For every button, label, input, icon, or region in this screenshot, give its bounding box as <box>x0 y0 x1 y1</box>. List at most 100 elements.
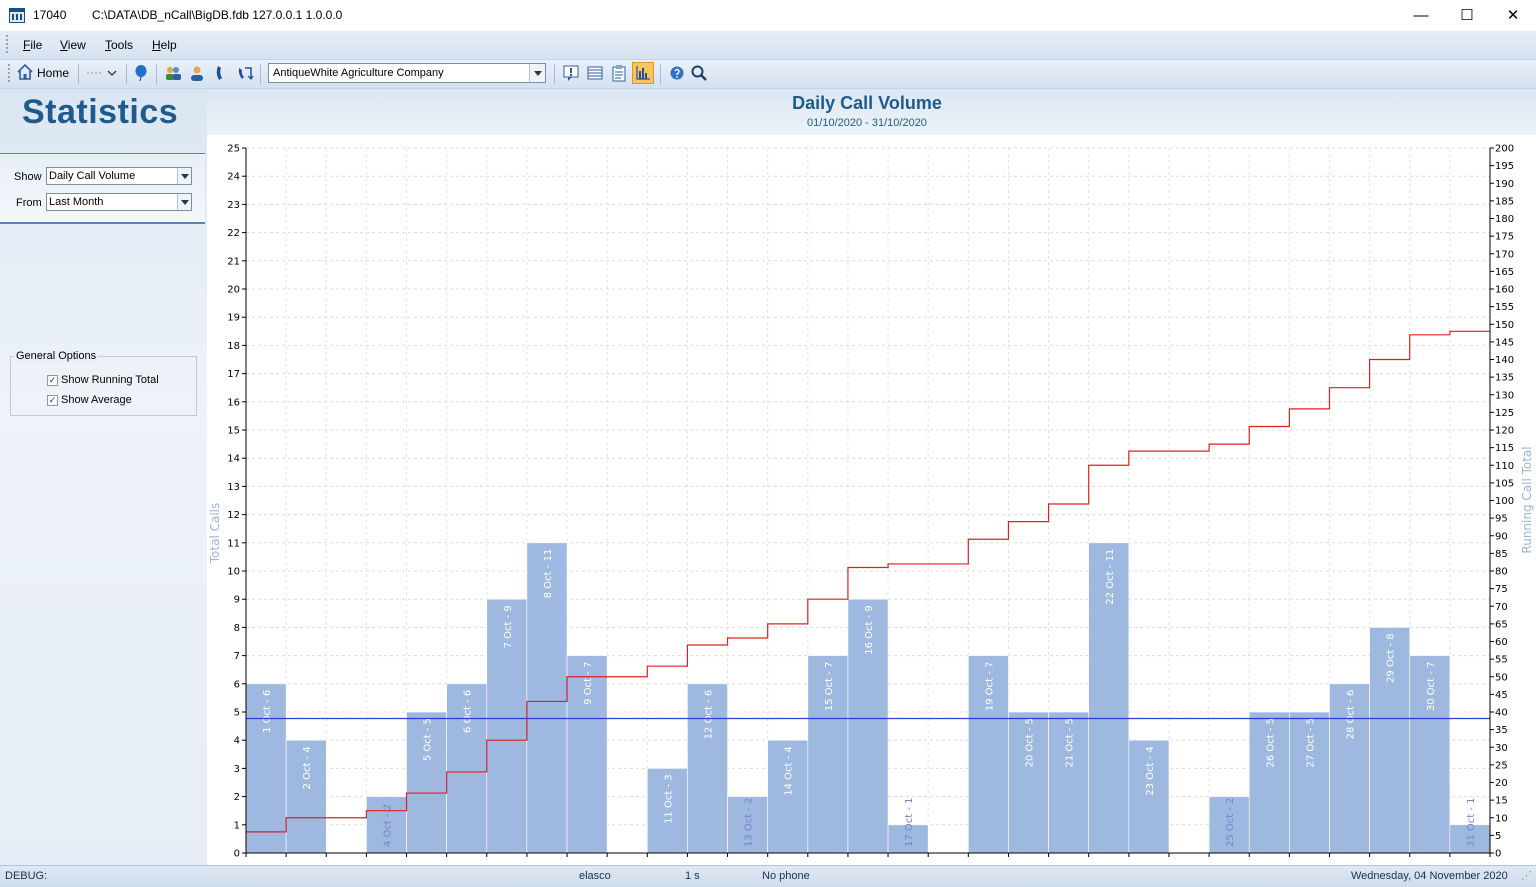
call-transfer-icon <box>238 67 254 80</box>
menu-tools[interactable]: Tools <box>105 38 133 52</box>
bar-data-label: 28 Oct - 6 <box>1346 690 1357 740</box>
y2-tick-label: 10 <box>1495 813 1508 824</box>
home-button[interactable] <box>16 63 34 83</box>
home-label[interactable]: Home <box>37 66 69 80</box>
chevron-down-icon[interactable] <box>177 194 191 210</box>
bar-chart-icon <box>636 66 650 80</box>
page-title: Statistics <box>22 93 179 131</box>
clipboard-button[interactable] <box>610 64 628 82</box>
y2-tick-label: 160 <box>1495 285 1514 296</box>
y-tick-label: 12 <box>227 510 240 521</box>
history-dropdown[interactable] <box>86 66 120 84</box>
menu-view[interactable]: View <box>60 38 86 52</box>
person-button[interactable] <box>188 64 206 82</box>
statistics-button[interactable] <box>632 62 654 84</box>
search-button[interactable] <box>690 64 708 82</box>
y2-tick-label: 80 <box>1495 567 1508 578</box>
y-tick-label: 25 <box>227 144 240 155</box>
help-button[interactable] <box>668 64 686 82</box>
bar-data-label: 26 Oct - 5 <box>1265 718 1276 768</box>
person-icon <box>191 66 203 81</box>
show-select[interactable]: Daily Call Volume <box>46 167 192 185</box>
status-debug: DEBUG: <box>5 870 48 882</box>
y2-tick-label: 0 <box>1495 849 1501 860</box>
bar-data-label: 13 Oct - 2 <box>744 797 755 847</box>
bar-data-label: 20 Oct - 5 <box>1025 718 1036 768</box>
call-transfer-button[interactable] <box>236 64 254 82</box>
list-icon <box>587 66 603 80</box>
chart-title: Daily Call Volume <box>792 93 942 113</box>
y2-tick-label: 5 <box>1495 831 1501 842</box>
y-tick-label: 10 <box>227 567 240 578</box>
y2-tick-label: 155 <box>1495 302 1514 313</box>
y-tick-label: 21 <box>227 256 240 267</box>
alert-button[interactable] <box>562 64 580 82</box>
y2-axis-title: Running Call Total <box>1520 446 1534 553</box>
from-select[interactable]: Last Month <box>46 193 192 211</box>
maximize-button[interactable]: ☐ <box>1444 0 1490 31</box>
minimize-button[interactable]: — <box>1398 0 1444 31</box>
y-tick-label: 18 <box>227 341 240 352</box>
show-label: Show <box>14 171 42 183</box>
y-tick-label: 14 <box>227 454 240 465</box>
y2-tick-label: 30 <box>1495 743 1508 754</box>
y2-tick-label: 165 <box>1495 267 1514 278</box>
menu-grip[interactable] <box>6 35 8 55</box>
list-button[interactable] <box>586 64 604 82</box>
y2-tick-label: 85 <box>1495 549 1508 560</box>
show-average-label[interactable]: Show Average <box>61 394 132 406</box>
y-tick-label: 15 <box>227 426 240 437</box>
y2-tick-label: 65 <box>1495 619 1508 630</box>
company-select[interactable]: AntiqueWhite Agriculture Company <box>268 63 546 83</box>
status-time: 1 s <box>685 870 700 882</box>
y-tick-label: 23 <box>227 200 240 211</box>
bar-data-label: 15 Oct - 7 <box>824 662 835 712</box>
y2-tick-label: 90 <box>1495 531 1508 542</box>
y-tick-label: 6 <box>234 679 240 690</box>
y2-tick-label: 135 <box>1495 373 1514 384</box>
y2-tick-label: 200 <box>1495 144 1514 155</box>
from-label: From <box>16 197 42 209</box>
menu-file[interactable]: File <box>23 38 42 52</box>
y2-tick-label: 130 <box>1495 390 1514 401</box>
y2-tick-label: 115 <box>1495 443 1514 454</box>
window-title: C:\DATA\DB_nCall\BigDB.fdb 127.0.0.1 1.0… <box>92 8 343 22</box>
toolbar <box>0 60 1536 89</box>
show-running-total-checkbox[interactable]: ✓ <box>47 375 58 386</box>
general-options-group <box>10 356 197 416</box>
close-button[interactable]: ✕ <box>1490 0 1536 31</box>
daily-call-volume-chart: 1 Oct - 62 Oct - 44 Oct - 25 Oct - 56 Oc… <box>207 135 1536 865</box>
phone-button[interactable] <box>212 64 230 82</box>
y-tick-label: 5 <box>234 708 240 719</box>
menu-bar <box>0 31 1536 60</box>
y2-tick-label: 95 <box>1495 514 1508 525</box>
minimize-icon: — <box>1413 7 1429 24</box>
home-icon <box>17 63 33 80</box>
toolbar-separator <box>554 64 555 84</box>
clipboard-icon <box>612 65 626 82</box>
bar-data-label: 14 Oct - 4 <box>784 746 795 796</box>
y-tick-label: 1 <box>234 820 240 831</box>
bar-data-label: 23 Oct - 4 <box>1145 746 1156 796</box>
status-user: elasco <box>579 870 611 882</box>
menu-help[interactable]: Help <box>152 38 177 52</box>
bar-data-label: 7 Oct - 9 <box>503 605 514 648</box>
y-tick-label: 4 <box>234 736 240 747</box>
y-tick-label: 17 <box>227 369 240 380</box>
y2-tick-label: 150 <box>1495 320 1514 331</box>
y-tick-label: 11 <box>227 538 240 549</box>
resize-grip-icon[interactable]: ⋰ <box>1521 869 1532 882</box>
filter-panel <box>0 153 205 224</box>
balloon-button[interactable] <box>132 64 150 82</box>
title-bar: 17040 C:\DATA\DB_nCall\BigDB.fdb 127.0.0… <box>0 0 1536 31</box>
chevron-down-icon[interactable] <box>177 168 191 184</box>
close-icon: ✕ <box>1506 7 1520 24</box>
y2-tick-label: 70 <box>1495 602 1508 613</box>
toolbar-grip[interactable] <box>8 64 10 84</box>
show-average-checkbox[interactable]: ✓ <box>47 395 58 406</box>
chevron-down-icon[interactable] <box>529 64 545 82</box>
contacts-button[interactable] <box>164 64 182 82</box>
status-phone: No phone <box>762 870 810 882</box>
toolbar-separator <box>126 64 127 84</box>
show-running-total-label[interactable]: Show Running Total <box>61 374 159 386</box>
